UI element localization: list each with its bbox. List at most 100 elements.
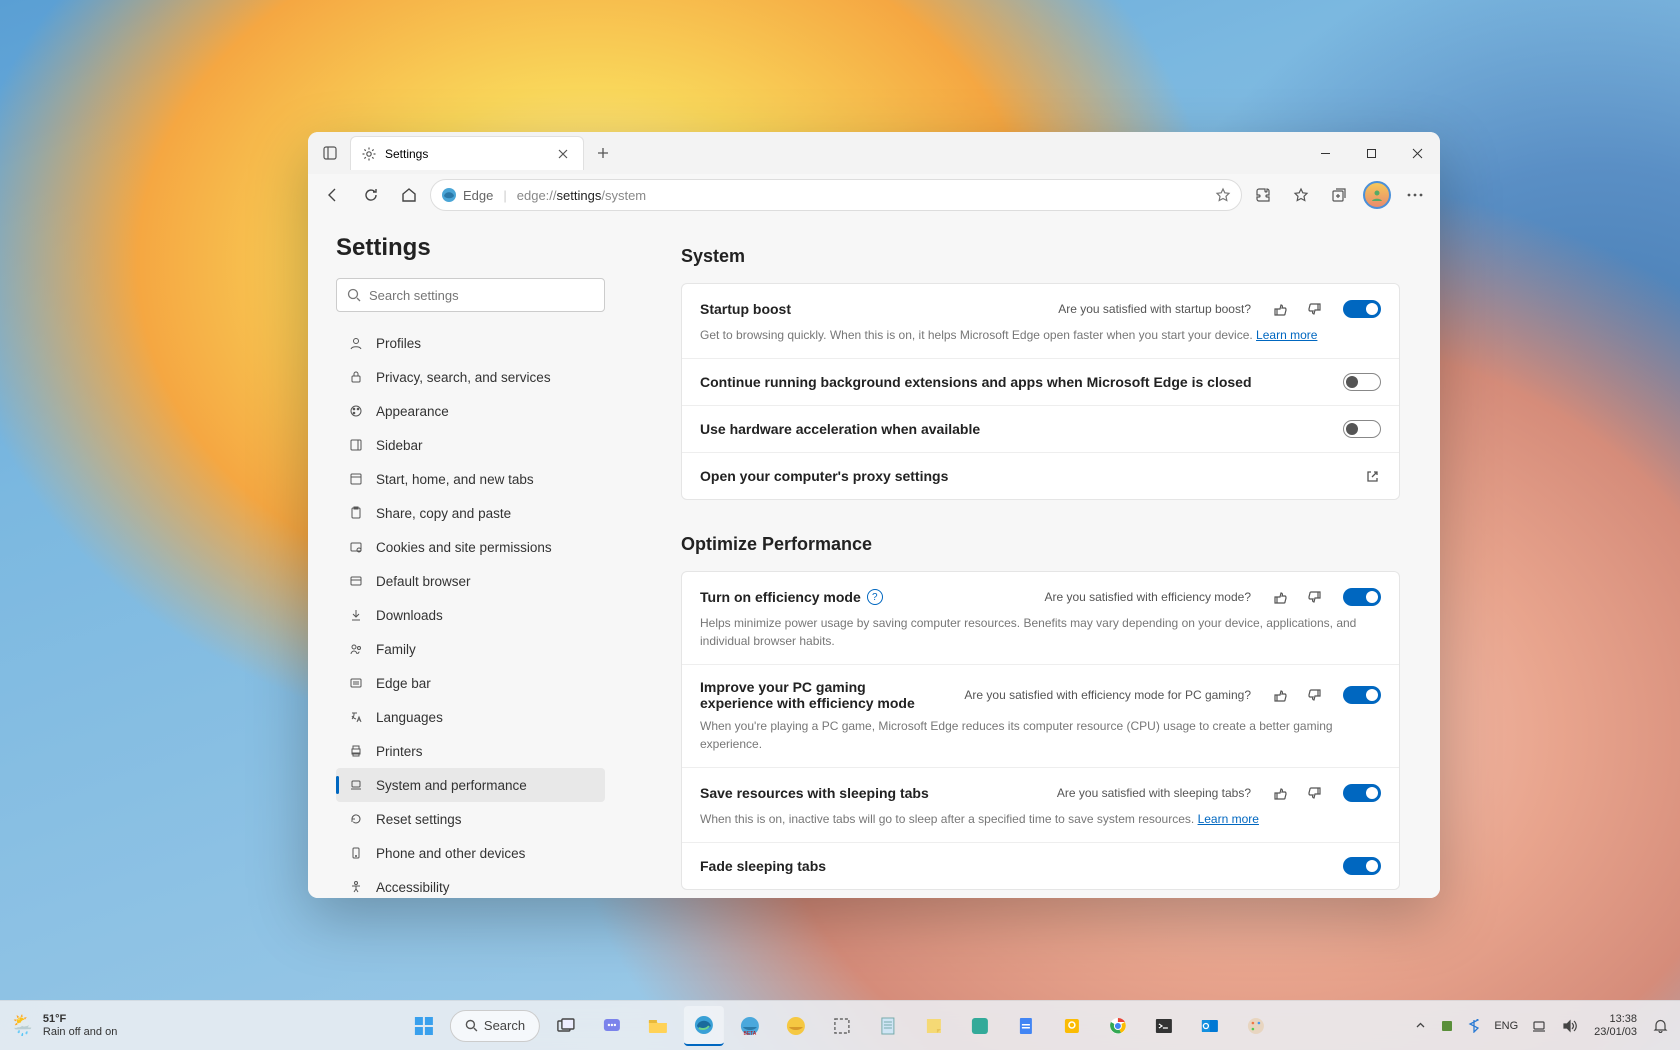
nav-start[interactable]: Start, home, and new tabs <box>336 462 605 496</box>
row-efficiency-mode: Turn on efficiency mode ? Are you satisf… <box>682 572 1399 665</box>
taskbar-app-terminal[interactable] <box>1144 1006 1184 1046</box>
clipboard-icon <box>348 505 364 521</box>
language-icon <box>348 709 364 725</box>
taskbar-app-notepad[interactable] <box>868 1006 908 1046</box>
taskbar-search[interactable]: Search <box>450 1010 540 1042</box>
taskbar-app-spotify[interactable] <box>960 1006 1000 1046</box>
taskbar-app-snip[interactable] <box>822 1006 862 1046</box>
refresh-button[interactable] <box>354 178 388 212</box>
taskbar-app-docs[interactable] <box>1006 1006 1046 1046</box>
nav-share[interactable]: Share, copy and paste <box>336 496 605 530</box>
hardware-accel-toggle[interactable] <box>1343 420 1381 438</box>
minimize-button[interactable] <box>1302 135 1348 171</box>
family-icon <box>348 641 364 657</box>
nav-phone[interactable]: Phone and other devices <box>336 836 605 870</box>
new-tab-button[interactable] <box>588 138 618 168</box>
thumbs-down-button[interactable] <box>1303 684 1325 706</box>
tray-language[interactable]: ENG <box>1492 1006 1520 1046</box>
taskbar-app-chrome[interactable] <box>1098 1006 1138 1046</box>
section-system-title: System <box>681 246 1400 267</box>
sidebar-icon <box>348 437 364 453</box>
gaming-efficiency-toggle[interactable] <box>1343 686 1381 704</box>
taskbar-app-explorer[interactable] <box>638 1006 678 1046</box>
efficiency-mode-toggle[interactable] <box>1343 588 1381 606</box>
vertical-tabs-button[interactable] <box>314 137 346 169</box>
weather-temp: 51°F <box>43 1013 117 1026</box>
nav-appearance[interactable]: Appearance <box>336 394 605 428</box>
taskbar-app-keep[interactable] <box>1052 1006 1092 1046</box>
nav-privacy[interactable]: Privacy, search, and services <box>336 360 605 394</box>
fade-sleeping-tabs-toggle[interactable] <box>1343 857 1381 875</box>
tray-volume-icon[interactable] <box>1560 1006 1580 1046</box>
nav-printers[interactable]: Printers <box>336 734 605 768</box>
favorite-star-icon[interactable] <box>1215 187 1231 203</box>
taskbar-app-sticky[interactable] <box>914 1006 954 1046</box>
tray-clock[interactable]: 13:38 23/01/03 <box>1590 1006 1641 1046</box>
favorites-button[interactable] <box>1284 178 1318 212</box>
row-sleeping-tabs: Save resources with sleeping tabs Are yo… <box>682 768 1399 843</box>
browser-tab[interactable]: Settings <box>350 136 584 170</box>
tray-network-icon[interactable] <box>1530 1006 1550 1046</box>
nav-downloads[interactable]: Downloads <box>336 598 605 632</box>
tray-notifications-icon[interactable] <box>1651 1006 1670 1046</box>
thumbs-up-button[interactable] <box>1269 298 1291 320</box>
nav-default-browser[interactable]: Default browser <box>336 564 605 598</box>
paint-icon <box>348 403 364 419</box>
taskbar-app-edge-beta[interactable]: BETA <box>730 1006 770 1046</box>
browser-icon <box>348 573 364 589</box>
startup-boost-learn-more[interactable]: Learn more <box>1256 328 1317 342</box>
address-bar[interactable]: Edge | edge://settings/system <box>430 179 1242 211</box>
thumbs-up-button[interactable] <box>1269 586 1291 608</box>
thumbs-down-button[interactable] <box>1303 298 1325 320</box>
nav-accessibility[interactable]: Accessibility <box>336 870 605 898</box>
row-background-apps: Continue running background extensions a… <box>682 359 1399 406</box>
taskbar-app-chat[interactable] <box>592 1006 632 1046</box>
thumbs-up-button[interactable] <box>1269 782 1291 804</box>
taskbar-search-label: Search <box>484 1018 525 1033</box>
nav-languages[interactable]: Languages <box>336 700 605 734</box>
nav-family[interactable]: Family <box>336 632 605 666</box>
startup-boost-toggle[interactable] <box>1343 300 1381 318</box>
background-apps-toggle[interactable] <box>1343 373 1381 391</box>
weather-desc: Rain off and on <box>43 1026 117 1039</box>
tray-bluetooth-icon[interactable] <box>1466 1006 1482 1046</box>
nav-cookies[interactable]: Cookies and site permissions <box>336 530 605 564</box>
thumbs-down-button[interactable] <box>1303 782 1325 804</box>
reset-icon <box>348 811 364 827</box>
tray-security-icon[interactable] <box>1438 1006 1456 1046</box>
maximize-button[interactable] <box>1348 135 1394 171</box>
taskbar-weather[interactable]: 🌦️ 51°F Rain off and on <box>10 1013 117 1038</box>
info-icon[interactable]: ? <box>867 589 883 605</box>
thumbs-down-button[interactable] <box>1303 586 1325 608</box>
taskbar-app-outlook[interactable] <box>1190 1006 1230 1046</box>
task-view-button[interactable] <box>546 1006 586 1046</box>
taskbar-app-edge[interactable] <box>684 1006 724 1046</box>
sleeping-tabs-toggle[interactable] <box>1343 784 1381 802</box>
extensions-button[interactable] <box>1246 178 1280 212</box>
sleeping-tabs-learn-more[interactable]: Learn more <box>1198 812 1259 826</box>
taskbar-app-paint[interactable] <box>1236 1006 1276 1046</box>
tray-overflow[interactable] <box>1413 1006 1428 1046</box>
taskbar-app-edge-canary[interactable] <box>776 1006 816 1046</box>
taskbar: 🌦️ 51°F Rain off and on Search BETA ENG <box>0 1000 1680 1050</box>
close-window-button[interactable] <box>1394 135 1440 171</box>
start-button[interactable] <box>404 1006 444 1046</box>
thumbs-up-button[interactable] <box>1269 684 1291 706</box>
nav-reset[interactable]: Reset settings <box>336 802 605 836</box>
profile-button[interactable] <box>1360 178 1394 212</box>
nav-sidebar[interactable]: Sidebar <box>336 428 605 462</box>
more-button[interactable] <box>1398 178 1432 212</box>
settings-search[interactable] <box>336 278 605 312</box>
back-button[interactable] <box>316 178 350 212</box>
weather-icon: 🌦️ <box>10 1013 35 1038</box>
tab-close-button[interactable] <box>553 144 573 164</box>
home-button[interactable] <box>392 178 426 212</box>
settings-search-input[interactable] <box>369 288 594 303</box>
nav-system-performance[interactable]: System and performance <box>336 768 605 802</box>
collections-button[interactable] <box>1322 178 1356 212</box>
nav-profiles[interactable]: Profiles <box>336 326 605 360</box>
row-proxy-settings[interactable]: Open your computer's proxy settings <box>682 453 1399 499</box>
nav-edge-bar[interactable]: Edge bar <box>336 666 605 700</box>
settings-main[interactable]: System Startup boost Are you satisfied w… <box>633 216 1440 898</box>
news-icon <box>348 675 364 691</box>
